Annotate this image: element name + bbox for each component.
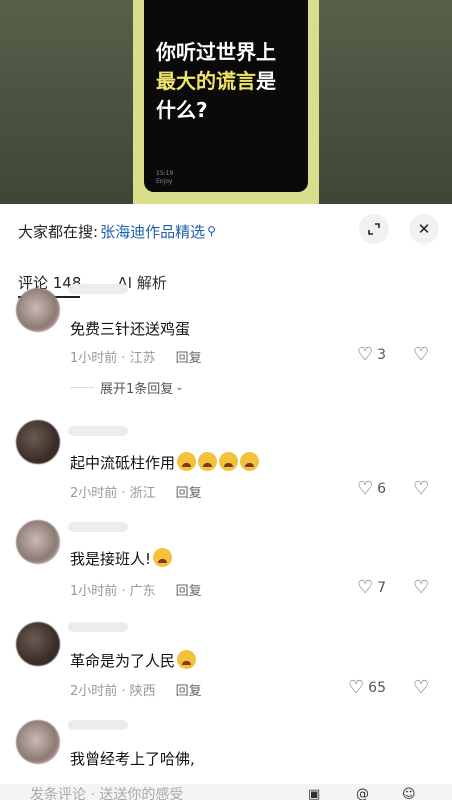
reply-button[interactable]: 回复 [176,482,202,501]
heart-icon: ♡ [356,478,374,499]
username-blurred[interactable] [68,284,128,294]
comment-text: 免费三针还送鸡蛋 [70,320,191,338]
like-button[interactable]: ♡ 7 [357,577,386,598]
drooling-emoji-icon [177,650,197,669]
comment-time: 2小时前 · 陕西 [70,684,156,699]
heart-icon: ♡ [356,344,374,365]
reply-button[interactable]: 回复 [176,347,202,366]
laughing-crying-emoji-icon [153,548,173,567]
comment-time: 2小时前 · 浙江 [70,486,156,501]
avatar[interactable] [16,622,60,666]
search-keyword[interactable]: 张海迪作品精选 [100,221,205,242]
dislike-icon[interactable]: ♡ [413,344,429,365]
comment-meta: 1小时前 · 江苏 回复 [70,347,202,366]
crying-emoji-icon [198,452,218,471]
video-caption-highlight: 最大的谎言 [156,69,256,93]
comment-text: 起中流砥柱作用 [70,452,260,473]
expand-label: 展开1条回复 [100,382,174,397]
video-small-text: 15:19 Enjoy [156,170,174,185]
video-caption-line2: 最大的谎言是 [156,67,304,96]
video-caption: 你听过世界上 最大的谎言是 什么? [156,38,304,125]
emoji-icon[interactable]: ☺ [402,788,416,800]
dislike-icon[interactable]: ♡ [413,577,429,598]
heart-icon: ♡ [356,577,374,598]
like-count: 65 [368,679,386,696]
comment-time: 1小时前 · 江苏 [70,351,156,366]
username-blurred[interactable] [68,720,128,730]
crying-emoji-icon [177,452,197,471]
username-blurred[interactable] [68,622,128,632]
avatar[interactable] [16,720,60,764]
search-icon: ⚲ [207,224,216,238]
comment-text-body: 我是接班人! [70,550,152,568]
like-button[interactable]: ♡ 65 [348,677,386,698]
comment-meta: 2小时前 · 陕西 回复 [70,680,202,699]
username-blurred[interactable] [68,522,128,532]
comment-text: 革命是为了人民 [70,650,197,671]
like-count: 3 [377,346,386,363]
crying-emoji-icon [240,452,260,471]
avatar[interactable] [16,420,60,464]
video-caption-line2-rest: 是 [256,69,276,93]
like-count: 7 [377,579,386,596]
video-caption-line3: 什么? [156,98,208,122]
comment-text: 我曾经考上了哈佛, [70,750,195,768]
username-blurred[interactable] [68,426,128,436]
like-button[interactable]: ♡ 6 [357,478,386,499]
search-prefix: 大家都在搜: [18,222,99,241]
comment-meta: 2小时前 · 浙江 回复 [70,482,202,501]
divider [70,387,94,388]
expand-replies[interactable]: 展开1条回复 ⌄ [70,378,184,397]
shrink-icon[interactable] [359,214,389,244]
comment-meta: 1小时前 · 广东 回复 [70,580,202,599]
like-button[interactable]: ♡ 3 [357,344,386,365]
comment-text-body: 革命是为了人民 [70,652,176,670]
comment-input-bar[interactable]: 发条评论 · 送送你的感受 ▣ @ ☺ [0,784,452,800]
avatar[interactable] [16,288,60,332]
reply-button[interactable]: 回复 [176,580,202,599]
close-icon[interactable]: ✕ [409,214,439,244]
reply-button[interactable]: 回复 [176,680,202,699]
dislike-icon[interactable]: ♡ [413,478,429,499]
avatar[interactable] [16,520,60,564]
search-suggestion[interactable]: 大家都在搜: 张海迪作品精选 ⚲ [18,220,216,242]
like-count: 6 [377,480,386,497]
heart-icon: ♡ [348,677,365,698]
video-caption-line1: 你听过世界上 [156,40,276,64]
comment-sheet: 大家都在搜: 张海迪作品精选 ⚲ ✕ 评论 148 AI 解析 [0,204,452,800]
dislike-icon[interactable]: ♡ [413,677,429,698]
chevron-down-icon: ⌄ [175,382,184,393]
image-icon[interactable]: ▣ [308,788,320,800]
comment-input[interactable]: 发条评论 · 送送你的感受 [30,788,183,800]
comment-text: 我是接班人! [70,548,173,569]
comment-time: 1小时前 · 广东 [70,584,156,599]
comment-text-body: 起中流砥柱作用 [70,454,176,472]
crying-emoji-icon [219,452,239,471]
mention-icon[interactable]: @ [356,788,369,800]
